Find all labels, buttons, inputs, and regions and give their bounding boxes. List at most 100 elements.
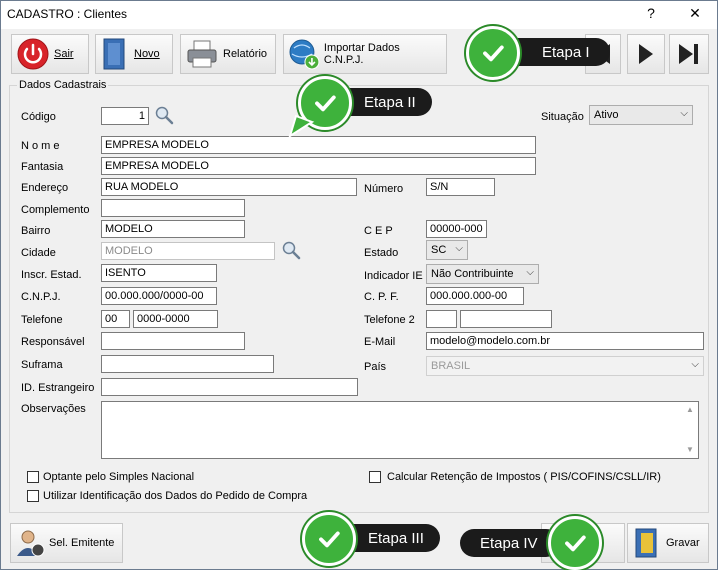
id-estrangeiro-label: ID. Estrangeiro [21,382,95,394]
telefone-label: Telefone [21,314,63,326]
indicador-ie-select[interactable]: Não Contribuinte ⌵ [426,264,539,284]
save-book-icon [635,528,657,558]
responsavel-field[interactable] [101,332,245,350]
identificacao-label: Utilizar Identificação dos Dados do Pedi… [43,490,308,502]
novo-button[interactable]: Novo [95,34,173,74]
group-title: Dados Cadastrais [17,79,109,91]
estado-select[interactable]: SC ⌵ [426,240,468,260]
retencao-label: Calcular Retenção de Impostos ( PIS/COFI… [387,471,661,483]
cidade-label: Cidade [21,247,56,259]
identificacao-checkbox[interactable] [27,490,39,502]
cep-field[interactable]: 00000-000 [426,220,487,238]
observacoes-textarea[interactable] [101,401,699,459]
responsavel-label: Responsável [21,336,85,348]
pais-select: BRASIL ⌵ [426,356,704,376]
etapa2-label: Etapa II [364,93,416,111]
telefone2-field[interactable] [460,310,552,328]
skip-last-icon [679,44,698,64]
email-label: E-Mail [364,336,396,348]
chevron-down-icon: ⌵ [455,243,463,254]
help-button[interactable]: ? [641,5,661,21]
importar-cnpj-button[interactable]: Importar Dados C.N.P.J. [283,34,447,74]
cidade-field: MODELO [101,242,275,260]
new-document-icon [103,38,125,70]
cadastro-window: CADASTRO : Clientes ? ✕ Sair Novo Relató… [0,0,718,570]
last-record-button[interactable] [669,34,709,74]
fantasia-field[interactable]: EMPRESA MODELO [101,157,536,175]
retencao-checkbox[interactable] [369,471,381,483]
check-icon [302,512,356,566]
complemento-label: Complemento [21,204,90,216]
chevron-down-icon: ⌵ [526,267,534,278]
telefone-ddd-field[interactable]: 00 [101,310,130,328]
numero-field[interactable]: S/N [426,178,495,196]
etapa1-label: Etapa I [542,43,590,61]
complemento-field[interactable] [101,199,245,217]
novo-label: Novo [134,48,160,60]
fantasia-label: Fantasia [21,161,64,173]
telefone2-label: Telefone 2 [364,314,415,326]
cnpj-label: C.N.P.J. [21,291,61,303]
cnpj-field[interactable]: 00.000.000/0000-00 [101,287,217,305]
check-icon [466,26,520,80]
inscr-estad-field[interactable]: ISENTO [101,264,217,282]
next-record-button[interactable] [627,34,665,74]
pais-value: BRASIL [431,360,471,372]
suframa-field[interactable] [101,355,274,373]
power-icon [17,38,49,70]
relatorio-label: Relatório [223,48,268,60]
relatorio-button[interactable]: Relatório [180,34,276,74]
scroll-up-icon[interactable]: ▲ [686,405,694,414]
bairro-field[interactable]: MODELO [101,220,245,238]
estado-label: Estado [364,247,399,259]
chevron-down-icon: ⌵ [691,359,699,370]
observacoes-label: Observações [21,403,86,415]
inscr-estad-label: Inscr. Estad. [21,269,82,281]
cpf-label: C. P. F. [364,291,399,303]
pais-label: País [364,361,387,373]
situacao-select[interactable]: Ativo ⌵ [589,105,693,125]
search-icon[interactable] [154,105,174,125]
email-field[interactable]: modelo@modelo.com.br [426,332,704,350]
search-icon[interactable] [281,240,301,260]
user-icon [17,530,45,557]
cpf-field[interactable]: 000.000.000-00 [426,287,524,305]
nome-field[interactable]: EMPRESA MODELO [101,136,536,154]
importar-label: Importar Dados C.N.P.J. [323,42,400,66]
telefone-field[interactable]: 0000-0000 [133,310,218,328]
gravar-label: Gravar [666,537,700,549]
check-icon [548,516,602,570]
endereco-field[interactable]: RUA MODELO [101,178,357,196]
sel-emitente-button[interactable]: Sel. Emitente [10,523,123,563]
suframa-label: Suframa [21,359,63,371]
endereco-label: Endereço [21,182,69,194]
indicador-ie-label: Indicador IE [364,270,423,282]
scroll-down-icon[interactable]: ▼ [686,445,694,454]
sair-button[interactable]: Sair [11,34,89,74]
cep-label: C E P [364,225,393,237]
id-estrangeiro-field[interactable] [101,378,358,396]
gravar-button[interactable]: Gravar [627,523,709,563]
triangle-right-icon [639,44,653,64]
estado-value: SC [431,244,447,256]
telefone2-ddd-field[interactable] [426,310,457,328]
globe-download-icon [289,39,320,70]
etapa4-label: Etapa IV [480,534,538,552]
sel-emitente-label: Sel. Emitente [49,537,115,549]
simples-checkbox[interactable] [27,471,39,483]
situacao-label: Situação [541,111,584,123]
etapa4-badge: Etapa IV [460,529,560,557]
simples-label: Optante pelo Simples Nacional [43,471,195,483]
bairro-label: Bairro [21,225,51,237]
sair-label: Sair [54,48,74,60]
codigo-field[interactable]: 1 [101,107,149,125]
numero-label: Número [364,183,404,195]
codigo-label: Código [21,111,56,123]
indicador-ie-value: Não Contribuinte [431,268,514,280]
printer-icon [187,40,217,68]
nome-label: N o m e [21,140,60,152]
chevron-down-icon: ⌵ [680,108,688,119]
close-button[interactable]: ✕ [685,5,705,22]
etapa3-label: Etapa III [368,529,424,547]
title-bar: CADASTRO : Clientes ? ✕ [1,1,717,29]
